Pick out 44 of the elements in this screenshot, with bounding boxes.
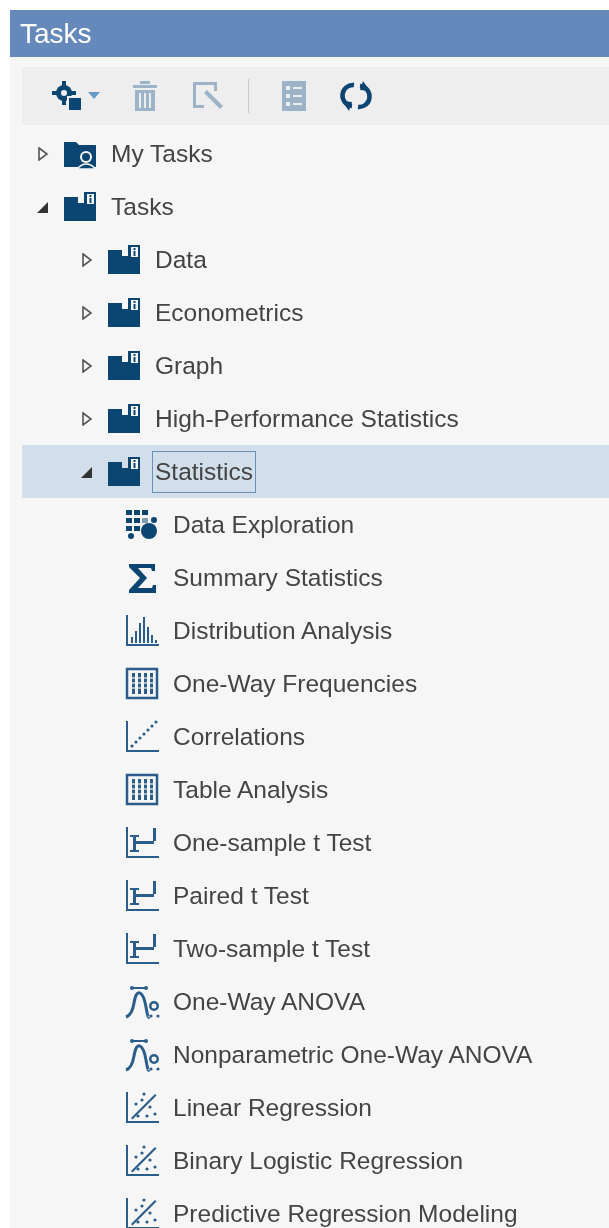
tree-item[interactable]: Binary Logistic Regression	[22, 1134, 609, 1187]
tree-item[interactable]: Two-sample t Test	[22, 922, 609, 975]
expand-arrow-icon[interactable]	[80, 358, 94, 373]
scatter-plot-icon	[124, 1089, 160, 1126]
tree-item[interactable]: One-Way Frequencies	[22, 657, 609, 710]
tree-item[interactable]: One-sample t Test	[22, 816, 609, 869]
new-task-button[interactable]	[50, 79, 100, 113]
caret-icon	[88, 92, 100, 100]
distribution-curve-icon	[124, 1036, 160, 1073]
tree-item[interactable]: High-Performance Statistics	[22, 392, 609, 445]
tree-item[interactable]: Tasks	[22, 180, 609, 233]
interval-chart-icon	[124, 877, 160, 914]
tree-item[interactable]: My Tasks	[22, 127, 609, 180]
refresh-icon	[339, 79, 373, 113]
table-icon	[124, 665, 160, 702]
tree-item[interactable]: Correlations	[22, 710, 609, 763]
refresh-button[interactable]	[339, 79, 373, 113]
tree-item[interactable]: Distribution Analysis	[22, 604, 609, 657]
interval-chart-icon	[124, 824, 160, 861]
new-task-icon	[50, 79, 84, 113]
tree-item[interactable]: Statistics	[22, 445, 609, 498]
tree-item[interactable]: Data	[22, 233, 609, 286]
line-chart-icon	[124, 718, 160, 755]
tree-item[interactable]: Table Analysis	[22, 763, 609, 816]
scatter-plot-icon	[124, 1142, 160, 1179]
expand-arrow-icon[interactable]	[36, 146, 50, 161]
bar-chart-icon	[124, 612, 160, 649]
tree-item[interactable]: One-Way ANOVA	[22, 975, 609, 1028]
tree-item[interactable]: Econometrics	[22, 286, 609, 339]
expand-arrow-icon[interactable]	[80, 252, 94, 267]
interval-chart-icon	[124, 930, 160, 967]
panel-title: Tasks	[10, 10, 609, 57]
scatter-plot-icon	[124, 1195, 160, 1228]
expand-arrow-icon[interactable]	[80, 411, 94, 426]
tree-item[interactable]: Linear Regression	[22, 1081, 609, 1134]
distribution-curve-icon	[124, 983, 160, 1020]
expand-arrow-icon[interactable]	[80, 305, 94, 320]
table-icon	[124, 771, 160, 808]
tree-item[interactable]: Data Exploration	[22, 498, 609, 551]
tree-item[interactable]: Paired t Test	[22, 869, 609, 922]
tree-item[interactable]: Summary Statistics	[22, 551, 609, 604]
tree-item[interactable]: Predictive Regression Modeling	[22, 1187, 609, 1228]
tree-item[interactable]: Graph	[22, 339, 609, 392]
tree-item[interactable]: Nonparametric One-Way ANOVA	[22, 1028, 609, 1081]
